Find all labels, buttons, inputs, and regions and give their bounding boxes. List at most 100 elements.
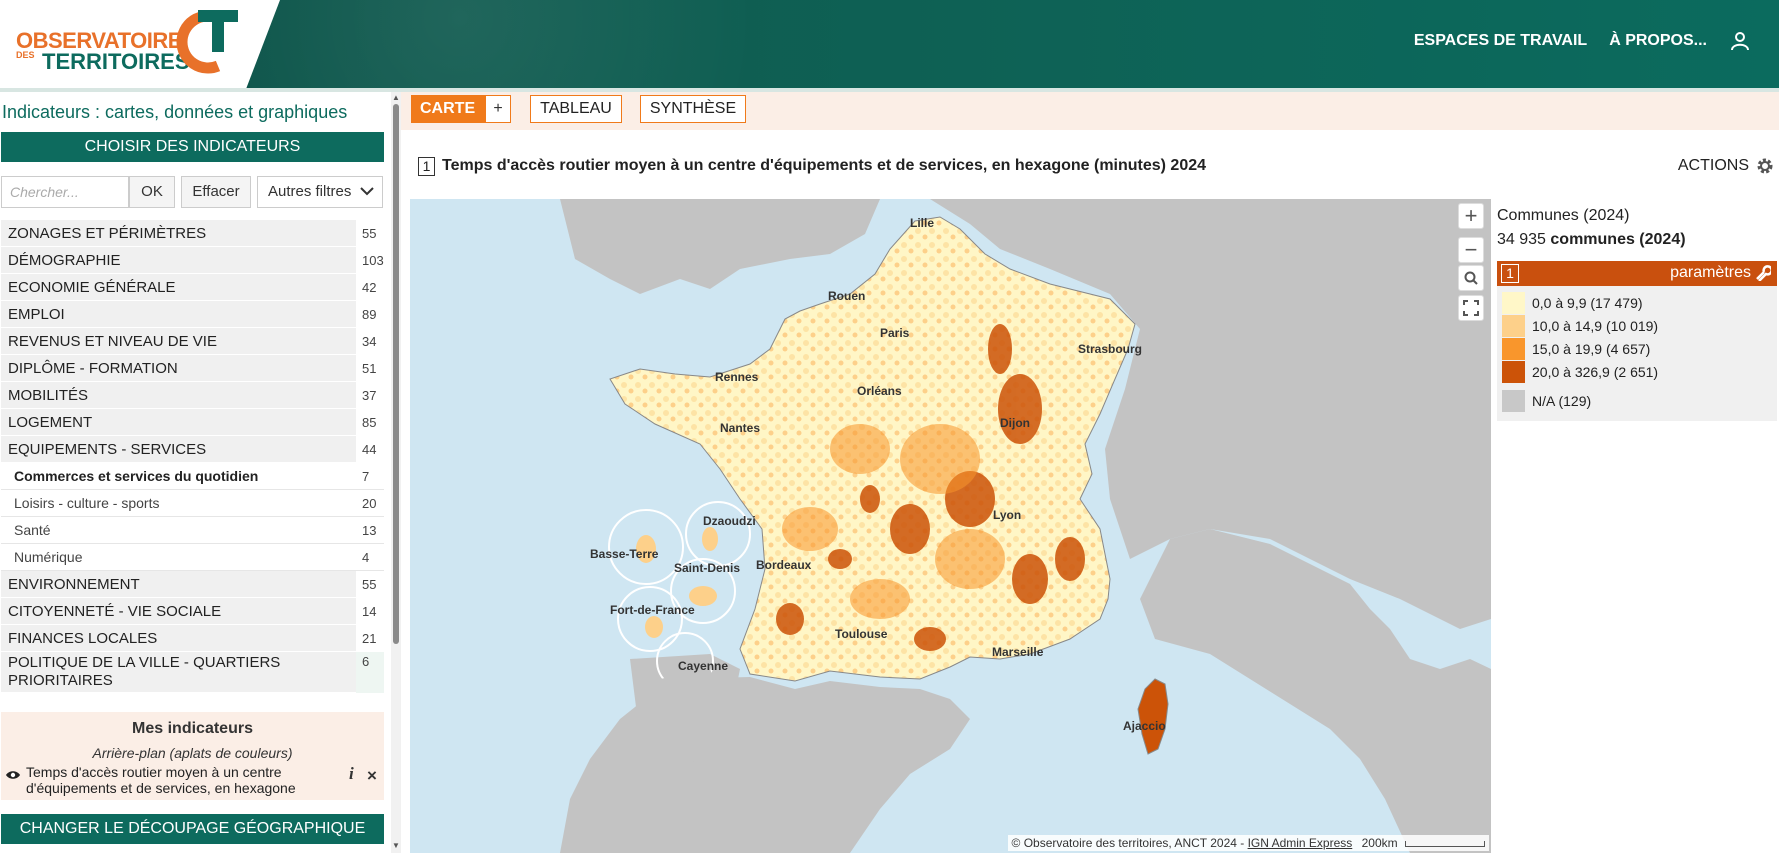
category-label: EMPLOI [8, 305, 65, 323]
indicator-title: Temps d'accès routier moyen à un centre … [442, 157, 1207, 174]
category-diplome[interactable]: DIPLÔME - FORMATION 51 [1, 354, 384, 382]
close-icon[interactable]: × [367, 766, 377, 786]
city-label-saint-denis: Saint-Denis [674, 561, 741, 575]
category-count: 37 [356, 381, 384, 409]
search-input[interactable] [1, 176, 129, 208]
legend-class-label: 20,0 à 326,9 (2 651) [1532, 364, 1659, 380]
nav-workspaces[interactable]: ESPACES DE TRAVAIL [1414, 32, 1587, 50]
subcategory-sante[interactable]: Santé 13 [1, 517, 384, 544]
subcategory-label: Loisirs - culture - sports [14, 495, 160, 511]
subcategory-count: 13 [362, 522, 377, 538]
category-count: 85 [356, 408, 384, 436]
legend-class-4: 20,0 à 326,9 (2 651) [1502, 361, 1658, 383]
category-label: DIPLÔME - FORMATION [8, 359, 178, 377]
app-header: OBSERVATOIRE DES TERRITOIRES ESPACES DE … [0, 0, 1779, 88]
map-view[interactable]: Lille Rouen Paris Strasbourg Rennes Orlé… [410, 199, 1491, 853]
other-filters-dropdown[interactable]: Autres filtres [257, 176, 383, 208]
category-logement[interactable]: LOGEMENT 85 [1, 408, 384, 436]
legend-class-1: 0,0 à 9,9 (17 479) [1502, 292, 1643, 314]
tab-synthese[interactable]: SYNTHÈSE [640, 95, 746, 123]
city-label-orleans: Orléans [857, 384, 902, 398]
category-count: 42 [356, 273, 384, 301]
info-icon[interactable]: i [349, 764, 354, 784]
my-indicator-line2: d'équipements et de services, en hexagon… [26, 780, 296, 796]
eye-icon[interactable] [5, 769, 21, 781]
logo[interactable]: OBSERVATOIRE DES TERRITOIRES [0, 0, 280, 88]
category-count: 103 [356, 246, 384, 274]
choose-indicators-button[interactable]: CHOISIR DES INDICATEURS [1, 132, 384, 162]
category-count: 89 [356, 300, 384, 328]
change-geography-button[interactable]: CHANGER LE DÉCOUPAGE GÉOGRAPHIQUE [1, 814, 384, 844]
legend-header-bar: 1 paramètres [1497, 261, 1777, 286]
category-equipements[interactable]: EQUIPEMENTS - SERVICES 44 [1, 435, 384, 463]
view-tabs: CARTE + TABLEAU SYNTHÈSE [401, 92, 1779, 130]
category-demographie[interactable]: DÉMOGRAPHIE 103 [1, 246, 384, 274]
category-count: 55 [356, 570, 384, 598]
tab-tableau[interactable]: TABLEAU [530, 95, 622, 123]
category-count: 6 [356, 651, 384, 693]
my-indicator-line1: Temps d'accès routier moyen à un centre [26, 764, 282, 780]
my-indicator-item[interactable]: Temps d'accès routier moyen à un centre … [26, 764, 326, 796]
category-politique-ville[interactable]: POLITIQUE DE LA VILLE - QUARTIERS PRIORIT… [1, 651, 384, 693]
category-economie[interactable]: ECONOMIE GÉNÉRALE 42 [1, 273, 384, 301]
category-label: CITOYENNETÉ - VIE SOCIALE [8, 602, 222, 620]
nav-about[interactable]: À PROPOS... [1609, 32, 1707, 50]
category-citoyennete[interactable]: CITOYENNETÉ - VIE SOCIALE 14 [1, 597, 384, 625]
map-search-button[interactable] [1458, 265, 1484, 291]
category-list: ZONAGES ET PÉRIMÈTRES 55 DÉMOGRAPHIE 103 E… [1, 219, 384, 693]
zoom-out-button[interactable]: − [1458, 237, 1484, 263]
category-label: LOGEMENT [8, 413, 93, 431]
sidebar-scrollbar[interactable]: ▲ ▼ [391, 92, 401, 853]
subcategory-numerique[interactable]: Numérique 4 [1, 544, 384, 571]
legend-unit: Communes (2024) [1497, 207, 1630, 224]
legend-panel: Communes (2024) 34 935 communes (2024) 1… [1497, 199, 1779, 853]
actions-button[interactable]: ACTIONS [1678, 156, 1779, 176]
city-label-dzaoudzi: Dzaoudzi [703, 514, 756, 528]
legend-class-label: N/A (129) [1532, 393, 1592, 409]
category-mobilites[interactable]: MOBILITÉS 37 [1, 381, 384, 409]
land-uk [560, 199, 880, 294]
legend-params-button[interactable]: paramètres [1670, 264, 1771, 282]
legend-class-label: 15,0 à 19,9 (4 657) [1532, 341, 1651, 357]
logo-des: DES [16, 50, 35, 60]
subcategory-commerces[interactable]: Commerces et services du quotidien 7 [1, 463, 384, 490]
subcategory-loisirs[interactable]: Loisirs - culture - sports 20 [1, 490, 384, 517]
category-environnement[interactable]: ENVIRONNEMENT 55 [1, 570, 384, 598]
search-row: OK Effacer Autres filtres [1, 176, 384, 208]
scale-label: 200km [1361, 836, 1398, 850]
category-label: MOBILITÉS [8, 386, 89, 404]
actions-label: ACTIONS [1677, 157, 1749, 174]
tab-carte[interactable]: CARTE [411, 95, 485, 123]
category-count: 21 [356, 624, 384, 652]
fullscreen-button[interactable] [1458, 295, 1484, 321]
category-count: 55 [356, 219, 384, 247]
clear-button[interactable]: Effacer [181, 176, 251, 208]
scroll-up-arrow-icon[interactable]: ▲ [392, 94, 400, 102]
add-map-button[interactable]: + [485, 95, 511, 123]
scale-bar [1405, 840, 1485, 847]
zoom-in-button[interactable]: + [1458, 203, 1484, 229]
city-label-bordeaux: Bordeaux [756, 558, 812, 572]
map-attribution: © Observatoire des territoires, ANCT 202… [1007, 835, 1489, 851]
legend-swatch [1502, 338, 1525, 360]
attribution-link[interactable]: IGN Admin Express [1248, 836, 1353, 850]
city-label-lyon: Lyon [993, 508, 1022, 522]
chevron-down-icon [360, 187, 374, 196]
category-label-line2: PRIORITAIRES [8, 672, 113, 689]
sidebar: Indicateurs : cartes, données et graphiq… [0, 92, 392, 853]
subcategory-count: 4 [362, 549, 370, 565]
category-label: FINANCES LOCALES [8, 629, 158, 647]
category-finances[interactable]: FINANCES LOCALES 21 [1, 624, 384, 652]
wrench-icon [1756, 265, 1771, 281]
scroll-thumb[interactable] [393, 104, 399, 644]
category-revenus[interactable]: REVENUS ET NIVEAU DE VIE 34 [1, 327, 384, 355]
category-emploi[interactable]: EMPLOI 89 [1, 300, 384, 328]
category-count: 44 [356, 435, 384, 463]
category-label: ZONAGES ET PÉRIMÈTRES [8, 224, 207, 242]
scroll-down-arrow-icon[interactable]: ▼ [392, 842, 400, 850]
search-ok-button[interactable]: OK [129, 176, 175, 208]
category-zonages[interactable]: ZONAGES ET PÉRIMÈTRES 55 [1, 219, 384, 247]
legend-number: 1 [1501, 264, 1519, 283]
category-label: DÉMOGRAPHIE [8, 251, 121, 269]
user-icon[interactable] [1729, 30, 1751, 52]
